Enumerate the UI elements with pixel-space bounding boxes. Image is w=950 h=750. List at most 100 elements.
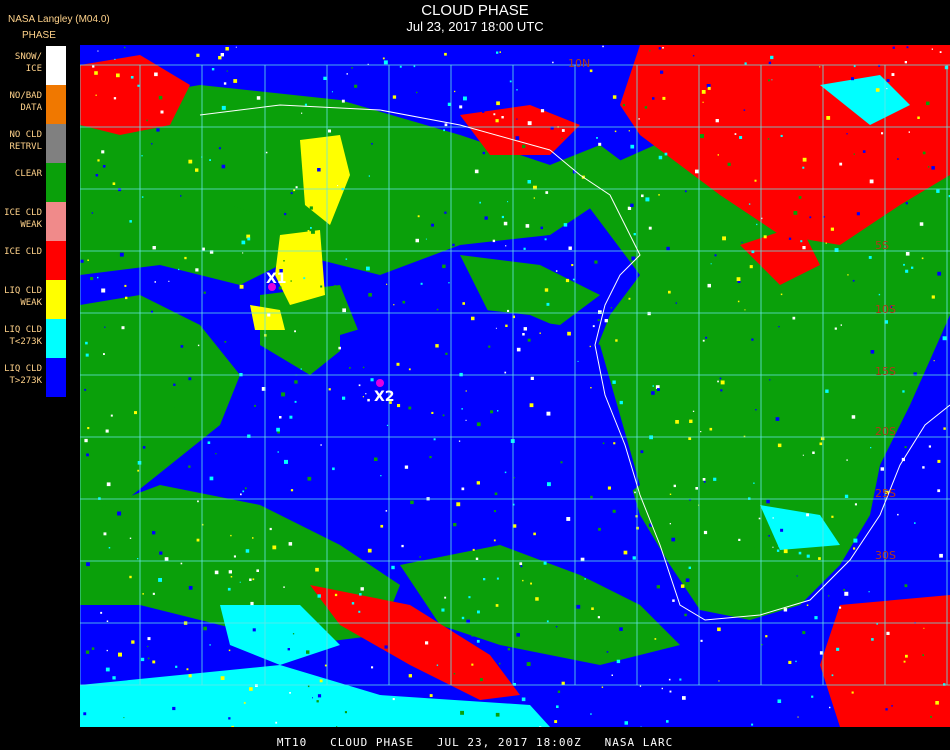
speckle xyxy=(332,467,335,471)
speckle xyxy=(562,396,566,400)
legend-label: ICE CLD WEAK xyxy=(4,208,42,230)
speckle xyxy=(188,159,193,164)
speckle xyxy=(936,189,940,193)
speckle xyxy=(479,678,483,682)
speckle xyxy=(668,678,671,681)
speckle xyxy=(131,640,135,644)
speckle xyxy=(393,215,396,218)
speckle xyxy=(844,591,849,596)
speckle xyxy=(254,404,256,407)
speckle xyxy=(311,229,315,234)
speckle xyxy=(119,252,124,257)
speckle xyxy=(380,475,382,477)
speckle xyxy=(590,495,593,499)
speckle xyxy=(272,545,277,550)
speckle xyxy=(523,327,527,331)
speckle xyxy=(702,101,704,103)
speckle xyxy=(192,535,194,538)
speckle xyxy=(215,453,217,455)
speckle xyxy=(413,65,416,68)
speckle xyxy=(351,67,353,69)
speckle xyxy=(598,142,602,146)
speckle xyxy=(522,579,524,582)
speckle xyxy=(112,429,114,431)
speckle xyxy=(158,95,163,100)
speckle xyxy=(530,582,532,585)
speckle xyxy=(869,523,873,527)
speckle xyxy=(429,456,432,459)
speckle xyxy=(211,68,215,71)
speckle xyxy=(380,524,384,528)
speckle xyxy=(386,424,389,426)
speckle xyxy=(188,674,192,678)
speckle xyxy=(756,223,758,226)
speckle xyxy=(768,79,770,82)
speckle xyxy=(619,400,623,405)
speckle xyxy=(614,130,617,133)
speckle xyxy=(399,65,402,68)
speckle xyxy=(164,189,168,194)
speckle xyxy=(652,641,654,643)
speckle xyxy=(939,553,943,558)
speckle xyxy=(465,419,467,421)
speckle xyxy=(114,176,118,180)
speckle xyxy=(513,477,515,479)
speckle xyxy=(602,442,605,445)
speckle xyxy=(823,216,825,218)
speckle xyxy=(476,481,480,485)
speckle xyxy=(425,176,428,180)
speckle xyxy=(854,503,857,506)
speckle xyxy=(284,459,288,464)
speckle xyxy=(871,638,874,641)
speckle xyxy=(928,445,931,448)
speckle xyxy=(644,470,648,475)
speckle xyxy=(129,537,132,539)
speckle xyxy=(763,235,767,239)
speckle xyxy=(886,346,891,350)
speckle xyxy=(525,224,530,228)
speckle xyxy=(207,441,211,444)
speckle xyxy=(521,697,526,702)
speckle xyxy=(492,239,496,243)
speckle xyxy=(712,427,715,430)
speckle xyxy=(341,99,345,103)
speckle xyxy=(851,691,854,694)
speckle xyxy=(468,596,471,599)
speckle xyxy=(180,236,183,238)
speckle xyxy=(230,534,232,537)
speckle xyxy=(496,101,500,106)
speckle xyxy=(908,131,910,133)
speckle xyxy=(753,482,755,484)
speckle xyxy=(307,685,310,688)
speckle xyxy=(802,166,805,169)
legend-swatch xyxy=(46,163,66,202)
speckle xyxy=(137,461,142,465)
speckle xyxy=(834,327,837,330)
speckle xyxy=(172,706,176,711)
speckle xyxy=(654,638,657,640)
speckle xyxy=(312,697,313,699)
speckle xyxy=(598,527,601,531)
speckle xyxy=(589,345,591,348)
speckle xyxy=(91,647,95,650)
speckle xyxy=(90,277,94,281)
speckle xyxy=(328,129,331,133)
speckle xyxy=(436,664,439,666)
speckle xyxy=(916,351,921,356)
speckle xyxy=(101,150,105,154)
speckle xyxy=(871,558,873,561)
speckle xyxy=(825,389,829,393)
speckle xyxy=(385,510,388,512)
speckle xyxy=(720,380,725,385)
speckle xyxy=(598,310,602,314)
speckle xyxy=(103,373,107,378)
speckle xyxy=(530,376,534,380)
speckle xyxy=(320,285,323,288)
speckle xyxy=(448,282,450,284)
speckle xyxy=(97,159,100,162)
speckle xyxy=(214,570,219,575)
speckle xyxy=(484,216,488,220)
speckle xyxy=(830,227,834,231)
speckle xyxy=(494,510,496,513)
speckle xyxy=(696,578,698,580)
